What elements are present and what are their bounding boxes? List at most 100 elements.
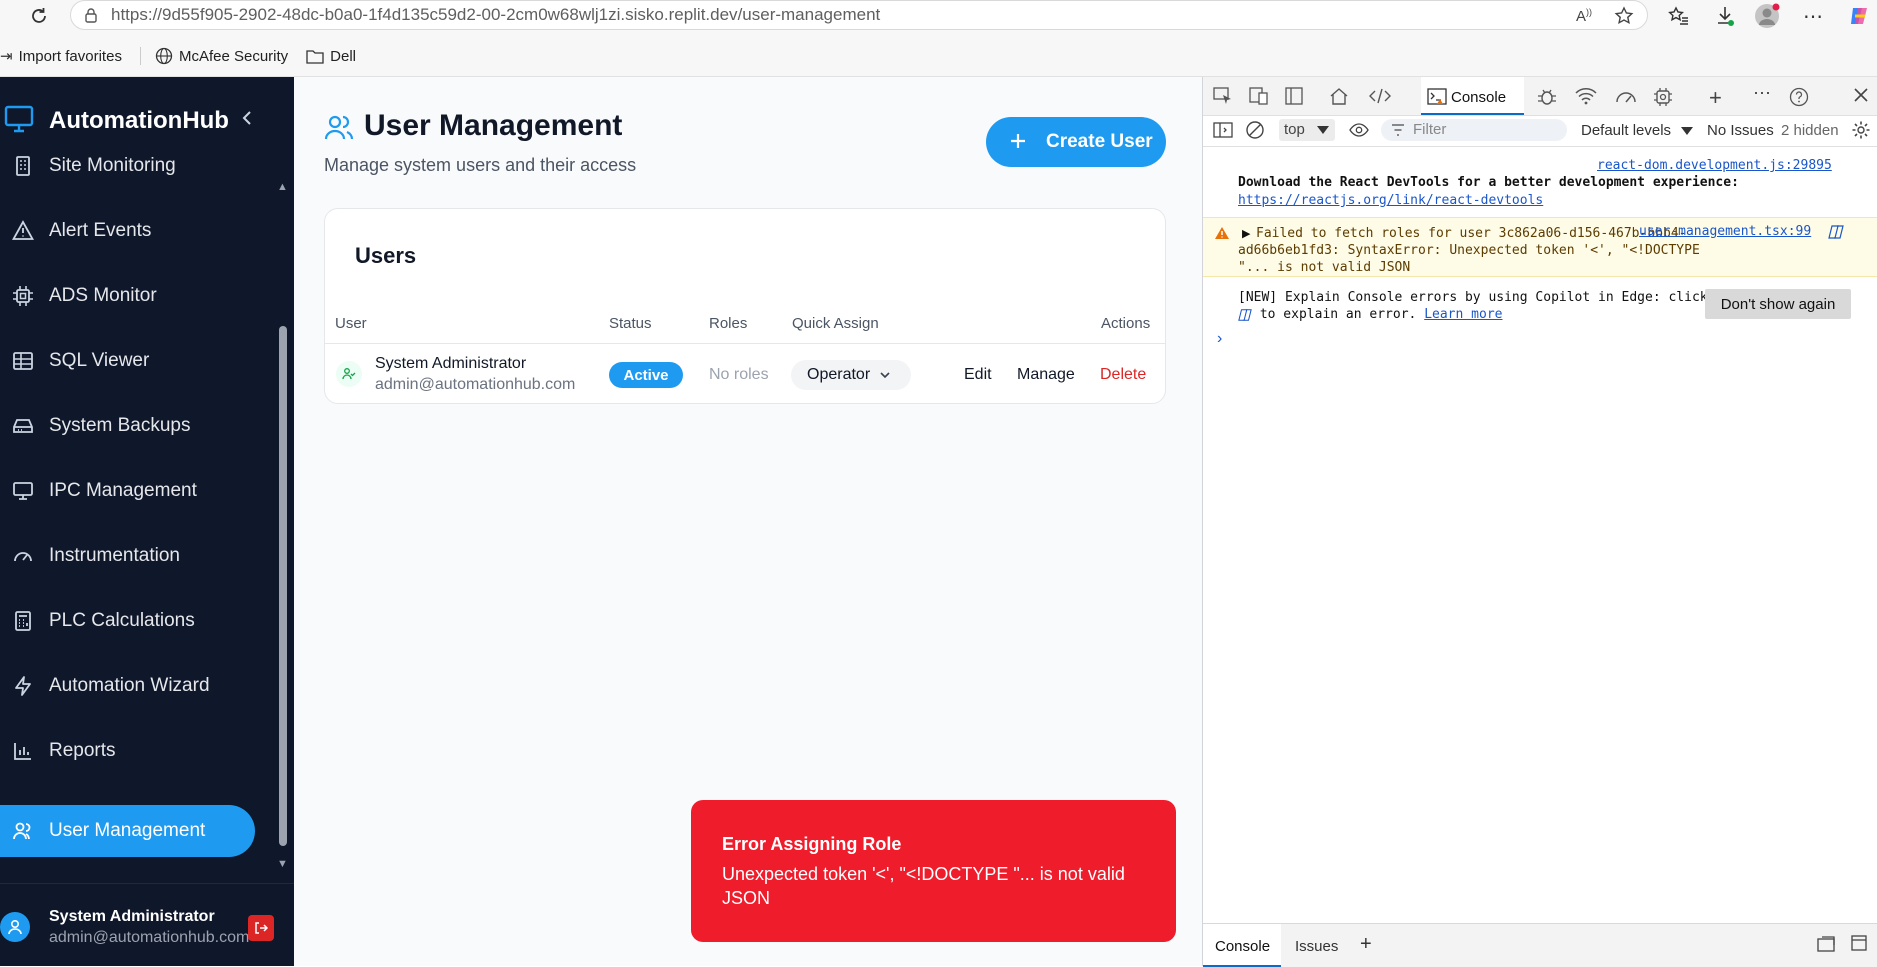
user-check-icon [336, 361, 362, 387]
dont-show-again-button[interactable]: Don't show again [1705, 289, 1851, 319]
manage-button[interactable]: Manage [1017, 366, 1075, 384]
sidebar-item-automation-wizard[interactable]: Automation Wizard [0, 660, 255, 712]
profile-avatar-icon[interactable] [1754, 3, 1780, 28]
console-prompt-icon[interactable]: › [1217, 330, 1222, 348]
create-user-button[interactable]: Create User [986, 117, 1166, 167]
devtools-drawer-tabs: Console Issues + [1203, 923, 1877, 967]
logout-button[interactable] [248, 915, 274, 941]
sidebar-item-label: SQL Viewer [49, 350, 150, 371]
plus-icon [1008, 131, 1028, 151]
quick-assign-select[interactable]: Operator [791, 360, 911, 390]
error-toast[interactable]: Error Assigning Role Unexpected token '<… [691, 800, 1176, 942]
console-toolbar: top Filter Default levels No Issues 2 hi… [1203, 116, 1877, 147]
zap-icon [12, 675, 34, 697]
address-bar[interactable]: https://9d55f905-2902-48dc-b0a0-1f4d135c… [70, 0, 1648, 30]
quick-assign-value: Operator [807, 366, 871, 383]
log-source-link[interactable]: react-dom.development.js:29895 [1597, 158, 1832, 173]
column-header-user: User [335, 315, 367, 332]
dock-side-icon[interactable] [1285, 87, 1303, 105]
inspect-element-icon[interactable] [1213, 87, 1233, 105]
calculator-icon [12, 610, 34, 632]
sidebar-item-instrumentation[interactable]: Instrumentation [0, 530, 255, 582]
network-wifi-icon[interactable] [1575, 87, 1597, 105]
close-icon[interactable] [1853, 87, 1869, 103]
tab-console-label: Console [1451, 89, 1507, 106]
footer-user-name: System Administrator [49, 908, 215, 925]
url-domain: https://9d55f905-2902-48dc-b0a0-1f4d135c… [111, 5, 738, 24]
sidebar-item-label: ADS Monitor [49, 285, 157, 306]
sidebar-item-user-management[interactable]: User Management [0, 805, 255, 857]
url-text[interactable]: https://9d55f905-2902-48dc-b0a0-1f4d135c… [111, 5, 880, 25]
more-tabs-icon[interactable]: ⋯ [1753, 83, 1771, 104]
close-drawer-icon[interactable] [1851, 935, 1867, 951]
log-levels-select[interactable]: Default levels [1581, 122, 1694, 139]
sidebar-item-label: PLC Calculations [49, 610, 195, 631]
copilot-icon[interactable] [1846, 4, 1872, 28]
dock-drawer-icon[interactable] [1817, 936, 1835, 952]
browser-toolbar: https://9d55f905-2902-48dc-b0a0-1f4d135c… [0, 0, 1877, 77]
context-select[interactable]: top [1279, 119, 1335, 141]
user-name: System Administrator [375, 355, 527, 372]
sidebar-item-label: Alert Events [49, 220, 152, 241]
sidebar-item-site-monitoring[interactable]: Site Monitoring [0, 140, 255, 192]
drawer-tab-issues[interactable]: Issues [1295, 938, 1338, 955]
bug-icon[interactable] [1537, 87, 1557, 107]
refresh-icon[interactable] [26, 4, 52, 28]
sidebar-item-label: Instrumentation [49, 545, 180, 566]
clear-console-icon[interactable] [1245, 120, 1265, 140]
sidebar-item-system-backups[interactable]: System Backups [0, 400, 255, 452]
favorite-import[interactable]: ⇥ Import favorites [0, 47, 122, 66]
table-header-divider [325, 343, 1165, 344]
sidebar-item-reports[interactable]: Reports [0, 725, 255, 777]
home-icon[interactable] [1329, 87, 1349, 105]
elements-code-icon[interactable] [1369, 87, 1391, 105]
toast-title: Error Assigning Role [722, 834, 902, 854]
settings-gear-icon[interactable] [1851, 120, 1871, 140]
lock-icon[interactable] [83, 7, 99, 23]
sidebar-toggle-icon[interactable] [1213, 121, 1233, 139]
device-toolbar-icon[interactable] [1249, 87, 1269, 105]
issues-count[interactable]: No Issues [1707, 122, 1774, 139]
scroll-down-arrow-icon[interactable]: ▼ [277, 858, 288, 870]
page-subtitle: Manage system users and their access [324, 155, 637, 175]
sidebar-item-label: Site Monitoring [49, 155, 176, 176]
console-filter-input[interactable]: Filter [1381, 119, 1567, 141]
sidebar-item-alert-events[interactable]: Alert Events [0, 205, 255, 257]
roles-value: No roles [709, 366, 769, 383]
more-menu-icon[interactable]: ⋯ [1800, 4, 1826, 28]
learn-more-link[interactable]: Learn more [1424, 307, 1502, 322]
delete-button[interactable]: Delete [1100, 366, 1146, 384]
read-aloud-icon[interactable]: A)) [1576, 7, 1592, 25]
edit-button[interactable]: Edit [964, 366, 992, 384]
downloads-icon[interactable] [1712, 4, 1738, 28]
eye-icon[interactable] [1349, 121, 1369, 139]
memory-chip-icon[interactable] [1653, 87, 1673, 107]
console-icon [1427, 88, 1447, 106]
sidebar-item-plc-calculations[interactable]: PLC Calculations [0, 595, 255, 647]
add-drawer-tab-plus-icon[interactable]: + [1360, 933, 1372, 956]
copilot-explain-icon[interactable] [1828, 224, 1844, 240]
favorite-dell[interactable]: Dell [306, 48, 356, 65]
warning-source-link[interactable]: user-management.tsx:99 [1639, 224, 1811, 239]
tab-console[interactable]: Console [1421, 77, 1524, 115]
sidebar-scrollbar-thumb[interactable] [279, 326, 287, 846]
sidebar-item-ads-monitor[interactable]: ADS Monitor [0, 270, 255, 322]
add-tab-plus-icon[interactable]: + [1709, 85, 1722, 111]
scroll-up-arrow-icon[interactable]: ▲ [277, 181, 288, 193]
sidebar-item-ipc-management[interactable]: IPC Management [0, 465, 255, 517]
gauge-icon [12, 545, 34, 567]
users-icon [12, 820, 34, 842]
users-card-title: Users [355, 243, 417, 268]
import-icon: ⇥ [0, 48, 13, 65]
favorite-star-icon[interactable] [1614, 6, 1634, 26]
sidebar-item-sql-viewer[interactable]: SQL Viewer [0, 335, 255, 387]
drawer-tab-console[interactable]: Console [1203, 924, 1281, 967]
help-icon[interactable] [1789, 87, 1809, 107]
chevron-left-icon[interactable] [240, 110, 254, 126]
performance-icon[interactable] [1615, 87, 1637, 105]
favorites-list-icon[interactable] [1666, 4, 1692, 28]
react-devtools-link[interactable]: https://reactjs.org/link/react-devtools [1238, 193, 1543, 208]
user-email: admin@automationhub.com [375, 376, 576, 393]
favorite-mcafee[interactable]: McAfee Security [155, 47, 288, 65]
console-warning-row[interactable]: ▶ Failed to fetch roles for user 3c862a0… [1203, 217, 1877, 277]
